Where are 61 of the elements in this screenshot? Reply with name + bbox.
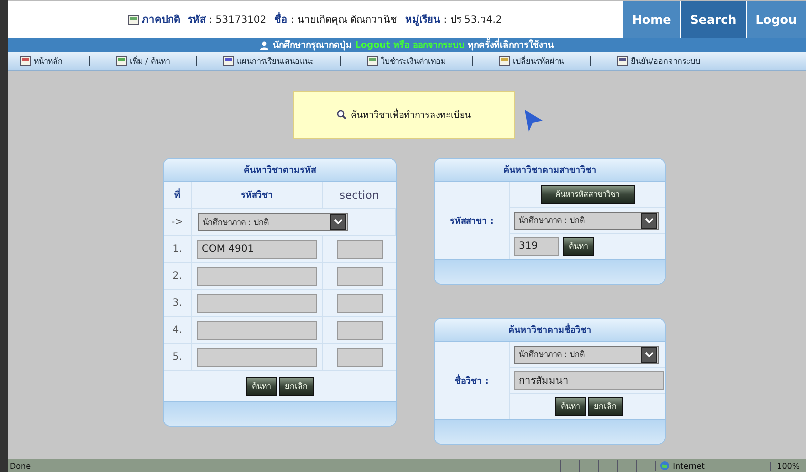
banner-text: ค้นหาวิชาเพื่อทำการลงทะเบียน (351, 108, 471, 122)
course-code-field[interactable] (197, 348, 317, 366)
card-icon (128, 14, 140, 24)
section-field[interactable] (336, 320, 382, 340)
menu-link[interactable]: เปลี่ยนรหัสผ่าน (512, 54, 564, 68)
column-header: ที่ (164, 182, 192, 209)
menu-link[interactable]: หน้าหลัก (34, 54, 63, 68)
user-field: รหัส : 53173102 (188, 12, 267, 27)
globe-icon (660, 461, 670, 471)
zoom-level[interactable]: 100% (777, 462, 800, 470)
user-field: ชื่อ : นายเกิดคุณ ดัณกวานิช (274, 12, 398, 27)
search-icon (337, 110, 347, 120)
row-number: 4. (164, 317, 192, 344)
row-number: 3. (164, 290, 192, 317)
panel-title: ค้นหาวิชาตามรหัส (164, 159, 396, 182)
search-button[interactable]: ค้นหา (563, 237, 594, 256)
menu-icon (616, 56, 628, 66)
course-code-field[interactable] (197, 320, 317, 340)
action-button[interactable]: ค้นหา (246, 376, 277, 396)
menu-link[interactable]: ใบชำระเงินค่าเทอม (380, 54, 446, 68)
panel-title: ค้นหาวิชาตามสาขาวิชา (435, 159, 665, 182)
term-select[interactable]: นักศึกษาภาค : ปกติ (514, 212, 659, 230)
user-field: หมู่เรียน : ปร 53.ว4.2 (406, 12, 502, 27)
major-code-field[interactable]: 319 (514, 237, 559, 256)
menu-icon (20, 56, 31, 66)
menu-icon (498, 56, 510, 66)
menu-icon (116, 56, 127, 66)
menu-link[interactable]: ยืนยัน/ออกจากระบบ (630, 54, 700, 68)
person-icon (260, 40, 270, 50)
course-code-field[interactable] (197, 266, 317, 286)
section-field[interactable] (336, 294, 382, 312)
program-label: ภาคปกติ (142, 14, 180, 27)
menu-link[interactable]: เพิ่ม / ค้นหา (130, 54, 170, 68)
section-field[interactable] (336, 266, 382, 286)
column-header: section (323, 182, 396, 209)
nav-tab[interactable]: Home (622, 1, 680, 38)
nav-tab[interactable]: Logou (746, 1, 806, 38)
menu-link[interactable]: แผนการเรียนเสนอแนะ (236, 54, 314, 68)
action-button[interactable]: ยกเลิก (588, 397, 623, 416)
term-select[interactable]: นักศึกษาภาค : ปกติ (514, 346, 659, 364)
lookup-button[interactable]: ค้นหารหัสสาขาวิชา (540, 185, 634, 204)
zone-text: Internet (673, 462, 705, 470)
menu-icon (222, 56, 234, 66)
course-code-field[interactable] (197, 294, 317, 312)
menu-icon (366, 56, 378, 66)
column-header: รหัสวิชา (192, 182, 323, 209)
panel-title: ค้นหาวิชาตามชื่อวิชา (435, 319, 665, 342)
term-select[interactable]: นักศึกษาภาค : ปกติ (198, 213, 348, 231)
course-name-field[interactable]: การสัมมนา (514, 371, 664, 390)
row-number: 2. (164, 263, 192, 290)
cursor-icon (524, 109, 544, 133)
action-button[interactable]: ยกเลิก (279, 376, 314, 396)
nav-tab[interactable]: Search (680, 1, 746, 38)
status-text: Done (9, 462, 32, 470)
logout-notice: นักศึกษากรุณากดปุ่ม Logout หรือ ออกจากระบบ ทุกครั้งที่เลิกการใช้งาน (273, 38, 554, 52)
row-number: 5. (164, 344, 192, 371)
section-field[interactable] (336, 240, 382, 258)
course-code-field[interactable]: COM 4901 (197, 240, 317, 258)
row-number: 1. (164, 236, 192, 263)
action-button[interactable]: ค้นหา (555, 397, 586, 416)
section-field[interactable] (336, 348, 382, 366)
